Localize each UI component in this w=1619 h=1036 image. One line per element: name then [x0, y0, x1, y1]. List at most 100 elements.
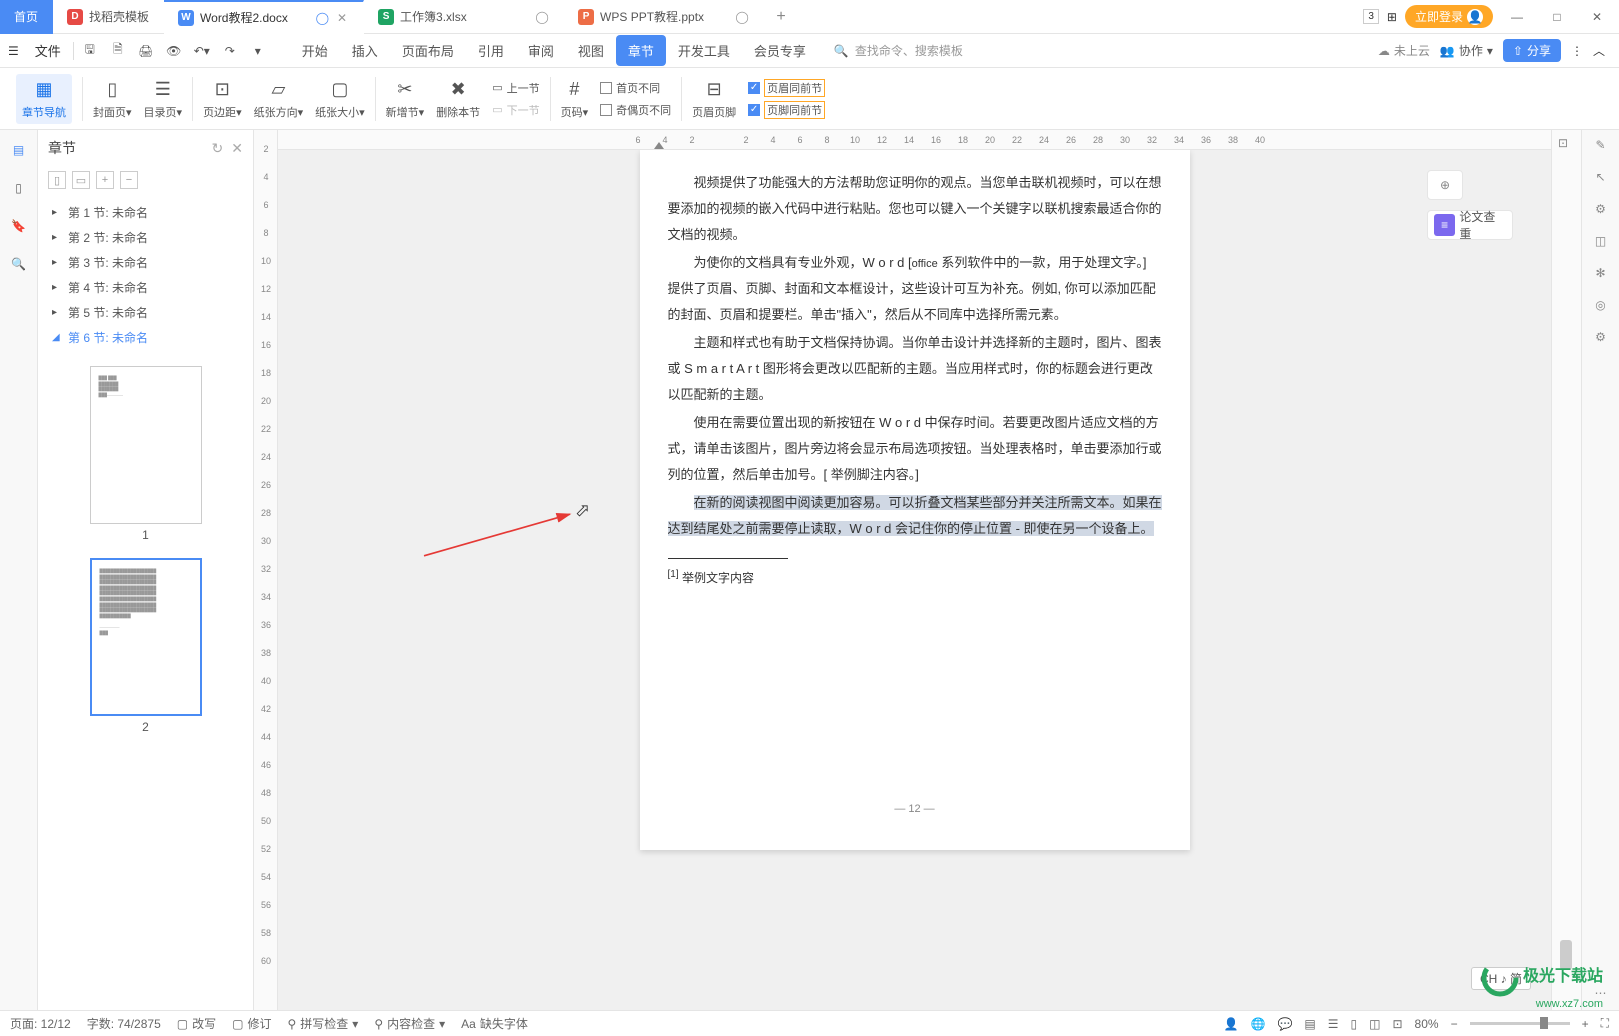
- tab-ppt-doc[interactable]: P WPS PPT教程.pptx ◯: [564, 0, 764, 34]
- paragraph-selected[interactable]: 在新的阅读视图中阅读更加容易。可以折叠文档某些部分并关注所需文本。如果在达到结尾…: [668, 490, 1162, 542]
- checkbox-footer-same[interactable]: 页脚同前节: [748, 100, 825, 120]
- save-icon[interactable]: 🖫: [78, 39, 102, 63]
- ribbon-header-footer[interactable]: ⊟页眉页脚: [692, 78, 736, 120]
- menu-tab-view[interactable]: 视图: [566, 35, 616, 66]
- calendar-icon[interactable]: 3: [1363, 9, 1379, 24]
- status-view4-icon[interactable]: ◫: [1369, 1017, 1380, 1031]
- apps-icon[interactable]: ⊞: [1387, 10, 1397, 24]
- ribbon-nav-pane[interactable]: ▦章节导航: [16, 74, 72, 124]
- outline-item-4[interactable]: ▸第 4 节: 未命名: [38, 275, 253, 300]
- menu-tab-section[interactable]: 章节: [616, 35, 666, 66]
- outline-item-2[interactable]: ▸第 2 节: 未命名: [38, 225, 253, 250]
- status-spellcheck[interactable]: ⚲拼写检查 ▾: [287, 1015, 358, 1032]
- ribbon-contents[interactable]: ☰目录页▾: [144, 78, 183, 120]
- rail-pen-icon[interactable]: ✎: [1595, 138, 1605, 152]
- ribbon-orientation[interactable]: ▱纸张方向▾: [254, 78, 304, 120]
- save-as-icon[interactable]: 🗎: [106, 39, 130, 63]
- status-view3-icon[interactable]: ▯: [1351, 1017, 1358, 1031]
- paragraph[interactable]: 主题和样式也有助于文档保持协调。当你单击设计并选择新的主题时，图片、图表或 S …: [668, 330, 1162, 408]
- menu-tab-layout[interactable]: 页面布局: [390, 35, 466, 66]
- ribbon-cover-page[interactable]: ▯封面页▾: [93, 78, 132, 120]
- qat-dropdown-icon[interactable]: ▾: [246, 39, 270, 63]
- right-tool-circle[interactable]: ⊕: [1427, 170, 1463, 200]
- menu-icon[interactable]: ☰: [4, 40, 23, 62]
- fullscreen-icon[interactable]: ⛶: [1601, 1016, 1609, 1031]
- zoom-slider[interactable]: [1470, 1022, 1570, 1025]
- rail-outline-icon[interactable]: ▤: [7, 138, 31, 162]
- rail-select-icon[interactable]: ↖: [1595, 170, 1605, 184]
- essay-check-button[interactable]: ≡论文查重: [1427, 210, 1513, 240]
- tab-close-icon[interactable]: ◯: [535, 10, 549, 24]
- share-button[interactable]: ⇧分享: [1503, 39, 1561, 62]
- status-missing-font[interactable]: Aa缺失字体: [461, 1015, 528, 1032]
- maximize-button[interactable]: □: [1541, 3, 1573, 31]
- outline-item-3[interactable]: ▸第 3 节: 未命名: [38, 250, 253, 275]
- tab-dropdown-icon[interactable]: ◯: [316, 11, 329, 25]
- checkbox-header-same[interactable]: 页眉同前节: [748, 78, 825, 98]
- ribbon-prev-section[interactable]: ▭上一节: [492, 78, 539, 98]
- side-tool-remove[interactable]: −: [120, 171, 138, 189]
- status-globe-icon[interactable]: 🌐: [1251, 1017, 1266, 1031]
- menu-tab-reference[interactable]: 引用: [466, 35, 516, 66]
- tab-excel-doc[interactable]: S 工作簿3.xlsx ◯: [364, 0, 564, 34]
- close-button[interactable]: ✕: [1581, 3, 1613, 31]
- paragraph[interactable]: 为使你的文档具有专业外观，W o r d [office 系列软件中的一款，用于…: [668, 250, 1162, 328]
- menu-tab-member[interactable]: 会员专享: [742, 35, 818, 66]
- document-page[interactable]: 视频提供了功能强大的方法帮助您证明你的观点。当您单击联机视频时，可以在想要添加的…: [640, 150, 1190, 850]
- menu-tab-devtools[interactable]: 开发工具: [666, 35, 742, 66]
- outline-item-1[interactable]: ▸第 1 节: 未命名: [38, 200, 253, 225]
- rail-material-icon[interactable]: ✻: [1595, 266, 1605, 280]
- page-thumbnail-1[interactable]: ███ ████████████████████————: [90, 366, 202, 524]
- menu-tab-review[interactable]: 审阅: [516, 35, 566, 66]
- ribbon-delete-section[interactable]: ✖删除本节: [436, 78, 480, 120]
- rail-search-icon[interactable]: 🔍: [7, 252, 31, 276]
- status-overwrite[interactable]: ▢改写: [177, 1015, 216, 1032]
- paragraph[interactable]: 使用在需要位置出现的新按钮在 W o r d 中保存时间。若要更改图片适应文档的…: [668, 410, 1162, 488]
- ribbon-new-section[interactable]: ✂新增节▾: [386, 78, 425, 120]
- outline-item-6[interactable]: ◢第 6 节: 未命名: [38, 325, 253, 350]
- scrolltop-icon[interactable]: ⊡: [1558, 136, 1568, 150]
- ribbon-paper-size[interactable]: ▢纸张大小▾: [315, 78, 365, 120]
- zoom-level[interactable]: 80%: [1415, 1017, 1439, 1031]
- rail-effect-icon[interactable]: ◎: [1595, 298, 1605, 312]
- tab-close-icon[interactable]: ◯: [735, 10, 749, 24]
- status-user-icon[interactable]: 👤: [1224, 1017, 1239, 1031]
- print-preview-icon[interactable]: 👁: [162, 39, 186, 63]
- tab-template[interactable]: D 找稻壳模板: [53, 0, 164, 34]
- side-tool-2[interactable]: ▭: [72, 171, 90, 189]
- collapse-ribbon-icon[interactable]: ︿: [1593, 42, 1605, 59]
- zoom-in-icon[interactable]: +: [1582, 1017, 1589, 1031]
- menu-tab-start[interactable]: 开始: [290, 35, 340, 66]
- rail-gear-icon[interactable]: ⚙: [1595, 330, 1606, 344]
- side-tool-1[interactable]: ▯: [48, 171, 66, 189]
- menu-tab-insert[interactable]: 插入: [340, 35, 390, 66]
- tab-home[interactable]: 首页: [0, 0, 53, 34]
- minimize-button[interactable]: —: [1501, 3, 1533, 31]
- status-comment-icon[interactable]: 💬: [1277, 1017, 1292, 1031]
- search-placeholder[interactable]: 查找命令、搜索模板: [855, 42, 963, 59]
- indent-marker-icon[interactable]: [654, 142, 664, 149]
- tab-add-button[interactable]: +: [764, 8, 798, 26]
- file-menu[interactable]: 文件: [27, 37, 69, 64]
- tab-word-doc[interactable]: W Word教程2.docx ◯✕: [164, 0, 364, 34]
- ribbon-next-section[interactable]: ▭下一节: [492, 100, 539, 120]
- page-thumbnail-2[interactable]: ████████████████████████████████████████…: [90, 558, 202, 716]
- side-tool-add[interactable]: +: [96, 171, 114, 189]
- undo-icon[interactable]: ↶▾: [190, 39, 214, 63]
- rail-shape-icon[interactable]: ◫: [1595, 234, 1606, 248]
- status-revision[interactable]: ▢修订: [232, 1015, 271, 1032]
- ribbon-page-number[interactable]: #页码▾: [561, 78, 589, 120]
- rail-ai-icon[interactable]: ⚙: [1595, 202, 1606, 216]
- zoom-slider-thumb[interactable]: [1540, 1017, 1548, 1029]
- zoom-out-icon[interactable]: −: [1451, 1017, 1458, 1031]
- status-contentcheck[interactable]: ⚲内容检查 ▾: [374, 1015, 445, 1032]
- cloud-status[interactable]: ☁未上云: [1378, 42, 1430, 59]
- collab-button[interactable]: 👥协作▾: [1440, 42, 1493, 59]
- outline-item-5[interactable]: ▸第 5 节: 未命名: [38, 300, 253, 325]
- rail-thumbnail-icon[interactable]: ▯: [7, 176, 31, 200]
- print-icon[interactable]: 🖨: [134, 39, 158, 63]
- status-view1-icon[interactable]: ▤: [1304, 1017, 1315, 1031]
- redo-icon[interactable]: ↷: [218, 39, 242, 63]
- status-view2-icon[interactable]: ☰: [1328, 1017, 1339, 1031]
- ribbon-margins[interactable]: ⊡页边距▾: [203, 78, 242, 120]
